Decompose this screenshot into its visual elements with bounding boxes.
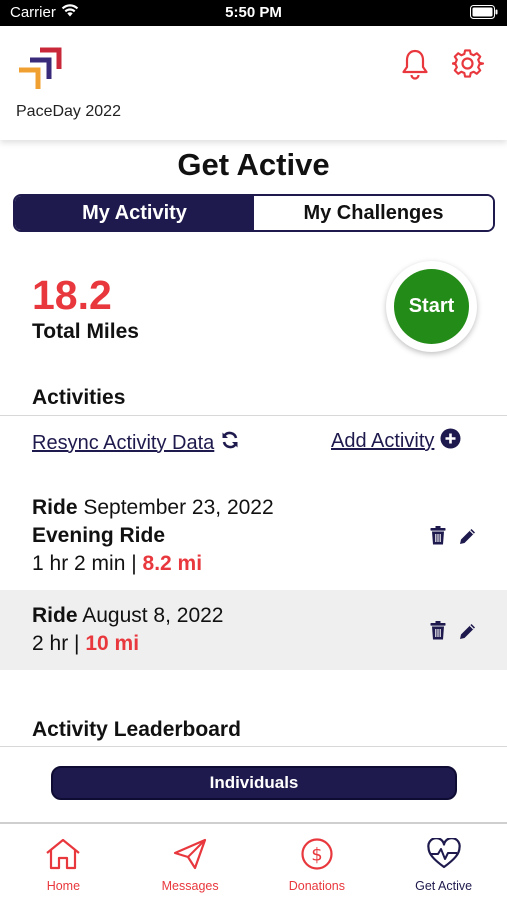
paper-plane-icon (173, 838, 207, 875)
trash-icon[interactable] (430, 621, 446, 640)
activity-distance: 10 mi (85, 632, 140, 655)
status-bar: Carrier 5:50 PM (0, 0, 507, 26)
activity-stats: 2 hr | 10 mi (32, 632, 139, 656)
activity-name: Evening Ride (32, 524, 166, 547)
svg-text:$: $ (311, 845, 322, 866)
tab-get-active-label: Get Active (415, 879, 473, 893)
divider (0, 746, 507, 747)
page-title: Get Active (177, 147, 330, 182)
resync-activity-label: Resync Activity Data (32, 431, 215, 454)
start-button-ring: Start (386, 261, 477, 352)
divider (0, 415, 507, 416)
home-icon (45, 838, 81, 875)
activity-date: September 23, 2022 (83, 496, 274, 519)
tab-my-challenges[interactable]: My Challenges (254, 196, 493, 230)
activity-type: Ride (32, 496, 78, 519)
total-miles-value: 18.2 (32, 272, 112, 318)
activity-stats: 1 hr 2 min | 8.2 mi (32, 552, 202, 576)
tab-get-active[interactable]: Get Active (380, 824, 507, 900)
start-button[interactable]: Start (394, 269, 469, 344)
sync-icon (220, 430, 240, 456)
add-activity-link[interactable]: Add Activity (331, 428, 461, 455)
activity-actions (430, 526, 477, 545)
tab-home-label: Home (46, 879, 81, 893)
resync-activity-link[interactable]: Resync Activity Data (32, 430, 240, 456)
app-header: PaceDay 2022 (0, 26, 507, 140)
activity-row[interactable]: Ride August 8, 2022 2 hr | 10 mi (0, 590, 507, 670)
bell-icon[interactable] (400, 48, 430, 85)
activity-actions (430, 621, 477, 640)
activity-distance: 8.2 mi (142, 552, 203, 575)
heart-pulse-icon (426, 837, 462, 875)
gear-icon[interactable] (451, 48, 485, 85)
pencil-icon[interactable] (459, 527, 477, 545)
tab-donations[interactable]: $ Donations (254, 824, 381, 900)
stats-separator: | (131, 552, 137, 575)
tab-donations-label: Donations (288, 879, 346, 893)
tab-messages[interactable]: Messages (127, 824, 254, 900)
activity-row[interactable]: Ride September 23, 2022 Evening Ride 1 h… (0, 482, 507, 586)
dollar-circle-icon: $ (301, 838, 333, 875)
add-activity-label: Add Activity (331, 430, 435, 452)
stats-separator: | (74, 632, 80, 655)
activity-duration: 1 hr 2 min (32, 552, 126, 575)
activity-title-line: Ride August 8, 2022 (32, 604, 223, 628)
individuals-button[interactable]: Individuals (51, 766, 457, 800)
status-time: 5:50 PM (225, 4, 282, 21)
activity-title-line: Ride September 23, 2022 (32, 496, 274, 520)
app-name: PaceDay 2022 (16, 103, 121, 120)
activity-date: August 8, 2022 (82, 604, 224, 627)
tab-home[interactable]: Home (0, 824, 127, 900)
trash-icon[interactable] (430, 526, 446, 545)
activities-heading: Activities (32, 386, 126, 409)
activity-segmented-control: My Activity My Challenges (13, 194, 495, 232)
battery-icon (470, 5, 498, 23)
activity-type: Ride (32, 604, 78, 627)
bottom-tab-bar: Home Messages $ Donations Get Active (0, 822, 507, 900)
tab-my-activity[interactable]: My Activity (15, 196, 254, 230)
pencil-icon[interactable] (459, 622, 477, 640)
tab-messages-label: Messages (161, 879, 219, 893)
activity-duration: 2 hr (32, 632, 69, 655)
leaderboard-heading: Activity Leaderboard (32, 718, 241, 741)
total-miles-label: Total Miles (32, 320, 139, 343)
plus-circle-icon (440, 428, 461, 455)
app-logo (16, 46, 62, 95)
